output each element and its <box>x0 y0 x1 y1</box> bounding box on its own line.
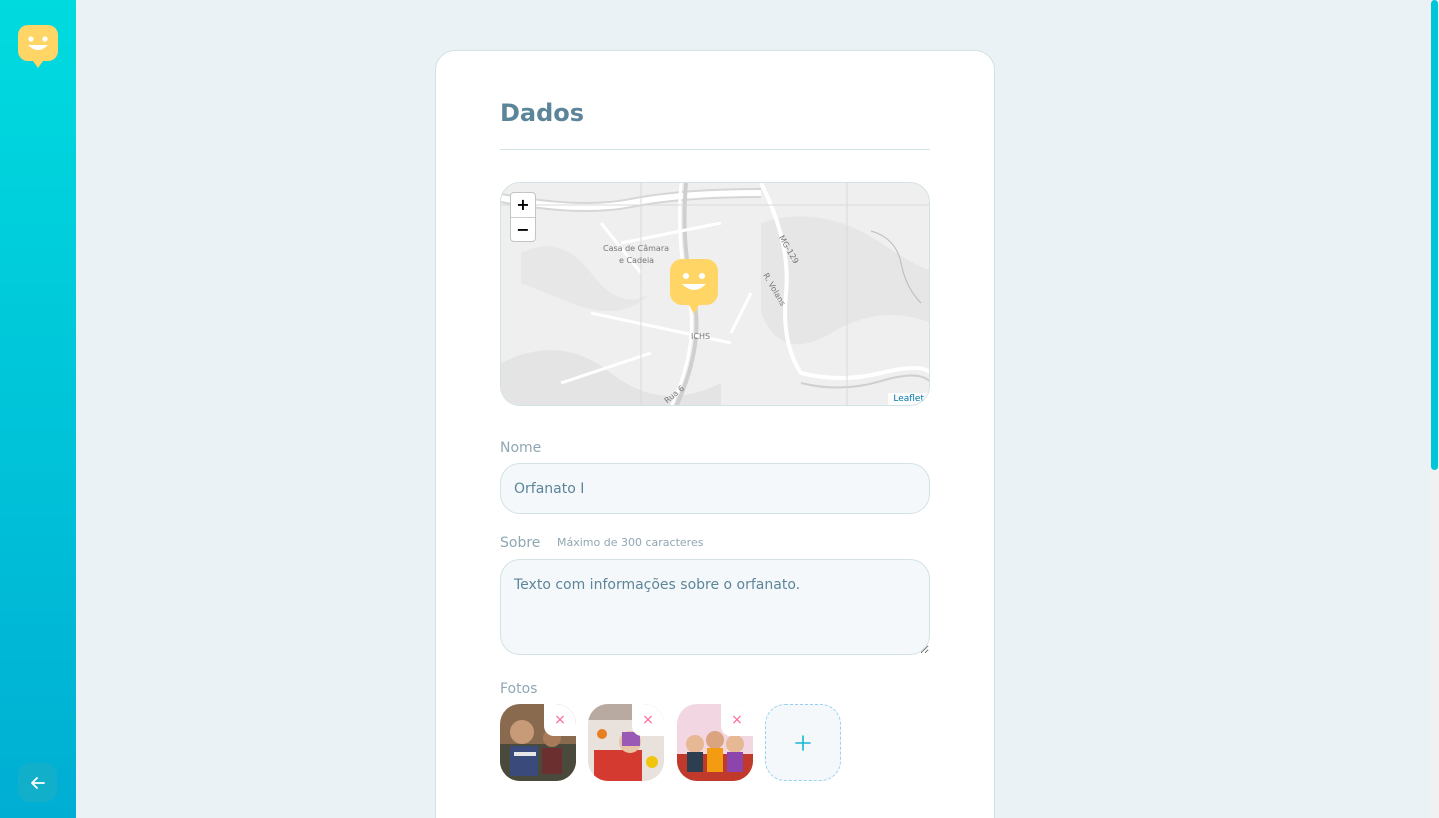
map-label: e Cadeia <box>619 256 655 265</box>
location-map[interactable]: Casa de Câmara e Cadeia MG-129 R. Volans… <box>500 182 930 406</box>
remove-photo-button[interactable]: × <box>544 704 576 736</box>
zoom-in-button[interactable]: + <box>511 193 535 217</box>
photos-label: Fotos <box>500 681 538 697</box>
section-title: Dados <box>500 99 585 127</box>
map-zoom-control: + − <box>510 192 536 242</box>
about-hint: Máximo de 300 caracteres <box>557 536 704 549</box>
map-label: Casa de Câmara <box>603 244 670 253</box>
about-textarea[interactable]: Texto com informações sobre o orfanato. <box>500 559 930 655</box>
about-label: Sobre <box>500 535 541 551</box>
plus-icon <box>795 734 811 751</box>
name-input[interactable] <box>500 463 930 514</box>
remove-photo-button[interactable]: × <box>632 704 664 736</box>
scrollbar-thumb[interactable] <box>1431 0 1438 470</box>
back-button[interactable] <box>18 763 57 802</box>
page-scrollbar[interactable] <box>1430 0 1439 818</box>
happy-marker-icon <box>18 25 58 68</box>
zoom-out-button[interactable]: − <box>511 217 535 241</box>
photo-thumbnail: × <box>588 704 664 781</box>
map-label: ICHS <box>691 332 711 341</box>
add-photo-button[interactable] <box>765 704 841 781</box>
map-attribution-link[interactable]: Leaflet <box>888 393 929 405</box>
name-label: Nome <box>500 440 542 456</box>
photo-thumbnail: × <box>500 704 576 781</box>
title-divider <box>500 149 930 150</box>
photo-thumbnail: × <box>677 704 753 781</box>
arrow-left-icon <box>30 776 45 789</box>
sidebar <box>0 0 76 818</box>
happy-marker-icon[interactable] <box>670 259 718 315</box>
remove-photo-button[interactable]: × <box>721 704 753 736</box>
create-orphanage-form: Dados Casa de Câmara e Cadeia MG-129 R. … <box>435 50 995 818</box>
